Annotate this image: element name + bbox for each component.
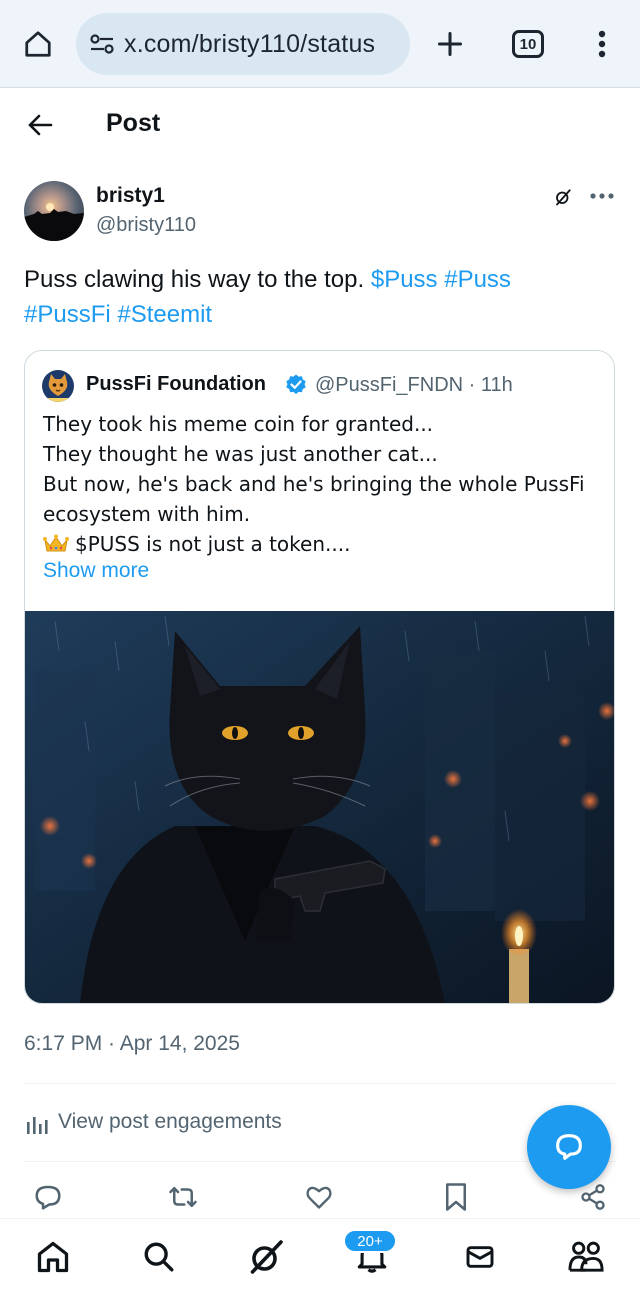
quoted-line-text: $PUSS is not just a token....	[75, 532, 351, 556]
messages-mail-icon[interactable]	[460, 1237, 500, 1277]
post-body: Puss clawing his way to the top.	[24, 266, 365, 293]
analytics-icon	[26, 1112, 48, 1134]
grok-nav-icon[interactable]	[246, 1237, 286, 1277]
reply-icon[interactable]	[31, 1180, 65, 1214]
quoted-text: They took his meme coin for granted... T…	[43, 409, 603, 559]
page-title: Post	[106, 109, 161, 137]
home-nav-icon[interactable]	[33, 1237, 73, 1277]
share-icon[interactable]	[576, 1180, 610, 1214]
like-heart-icon[interactable]	[302, 1180, 336, 1214]
quoted-line: They took his meme coin for granted...	[43, 412, 434, 436]
post-timestamp[interactable]: 6:17 PM · Apr 14, 2025	[24, 1032, 240, 1056]
hashtag-link[interactable]: #PussFi	[24, 301, 111, 328]
quoted-media-image[interactable]	[25, 611, 614, 1003]
more-vert-icon[interactable]	[584, 24, 620, 64]
page-header: Post	[0, 89, 640, 161]
author-name[interactable]: bristy1	[96, 184, 165, 208]
post-actions-bar	[0, 1178, 640, 1218]
reply-fab-button[interactable]	[527, 1105, 611, 1189]
show-more-link[interactable]: Show more	[43, 559, 149, 583]
bookmark-icon[interactable]	[439, 1180, 473, 1214]
more-horizontal-icon[interactable]	[588, 184, 616, 208]
grok-icon[interactable]	[552, 186, 574, 208]
bottom-navigation: 20+	[0, 1218, 640, 1295]
repost-icon[interactable]	[166, 1180, 200, 1214]
url-text: x.com/bristy110/status	[124, 29, 376, 58]
new-tab-icon[interactable]	[430, 24, 470, 64]
quoted-line: But now, he's back and he's bringing the…	[43, 472, 585, 496]
quoted-avatar[interactable]	[42, 370, 74, 402]
avatar[interactable]	[24, 181, 84, 241]
site-settings-icon[interactable]	[88, 30, 116, 58]
divider	[24, 1161, 616, 1162]
browser-toolbar: x.com/bristy110/status 10	[0, 0, 640, 88]
crown-emoji-icon	[43, 532, 69, 552]
quoted-author-name[interactable]: PussFi Foundation	[86, 373, 266, 396]
back-arrow-icon[interactable]	[20, 105, 60, 145]
quoted-post-card[interactable]: PussFi Foundation @PussFi_FNDN · 11h The…	[24, 350, 615, 1004]
hashtag-link[interactable]: #Puss	[444, 266, 511, 293]
tab-switcher-button[interactable]: 10	[512, 30, 544, 58]
quoted-line-crown: $PUSS is not just a token....	[43, 529, 603, 559]
address-bar[interactable]: x.com/bristy110/status	[76, 13, 410, 75]
search-icon[interactable]	[139, 1237, 179, 1277]
communities-icon[interactable]	[566, 1237, 606, 1277]
divider	[24, 1083, 616, 1084]
quoted-handle-time: @PussFi_FNDN · 11h	[315, 374, 513, 396]
author-handle[interactable]: @bristy110	[96, 214, 196, 237]
notifications-badge: 20+	[343, 1229, 397, 1253]
home-icon[interactable]	[18, 24, 58, 64]
post-text: Puss clawing his way to the top. $Puss #…	[24, 262, 614, 332]
hashtag-link[interactable]: $Puss	[371, 266, 438, 293]
view-engagements-link[interactable]: View post engagements	[58, 1110, 282, 1134]
quoted-line: They thought he was just another cat...	[43, 442, 438, 466]
quoted-line: ecosystem with him.	[43, 502, 251, 526]
verified-badge-icon	[284, 373, 308, 397]
hashtag-link[interactable]: #Steemit	[117, 301, 212, 328]
